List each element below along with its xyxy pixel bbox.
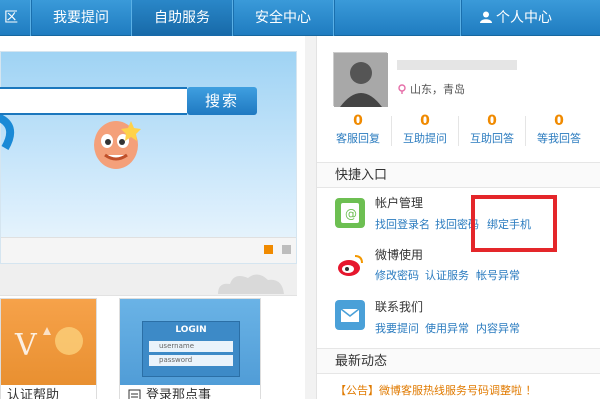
card-login-help[interactable]: LOGIN username password 登录那点事 bbox=[119, 298, 261, 399]
nav-item-user-center[interactable]: 个人中心 bbox=[461, 0, 571, 36]
link-change-password[interactable]: 修改密码 bbox=[375, 267, 419, 283]
stat-mutual-answer[interactable]: 0 互助回答 bbox=[459, 112, 525, 148]
stat-awaiting-answer[interactable]: 0 等我回答 bbox=[526, 112, 592, 148]
location-text: 山东，青岛 bbox=[410, 83, 465, 96]
stats-row: 0 客服回复 0 互助提问 0 互助回答 0 等我回答 bbox=[325, 112, 591, 152]
stat-label: 客服回复 bbox=[336, 132, 380, 145]
link-usage-abnormal[interactable]: 使用异常 bbox=[425, 320, 469, 336]
stat-value: 0 bbox=[353, 113, 363, 129]
account-management-icon: @ bbox=[335, 198, 365, 228]
nav-divider bbox=[333, 0, 334, 36]
link-account-abnormal[interactable]: 帐号异常 bbox=[476, 267, 520, 283]
login-illustration-title: LOGIN bbox=[175, 325, 207, 335]
latest-news-title: 最新动态 bbox=[317, 348, 600, 374]
highlight-annotation bbox=[471, 195, 557, 252]
banner-swirl-decoration bbox=[0, 114, 15, 150]
stat-label: 等我回答 bbox=[537, 132, 581, 145]
nav-item-security[interactable]: 安全中心 bbox=[233, 0, 333, 36]
stat-mutual-question[interactable]: 0 互助提问 bbox=[392, 112, 458, 148]
section-divider-cloud bbox=[0, 264, 297, 296]
top-nav: 区 我要提问 自助服务 安全中心 个人中心 bbox=[0, 0, 600, 36]
search-button[interactable]: 搜索 bbox=[187, 87, 257, 115]
stat-value: 0 bbox=[420, 113, 430, 129]
sidebar: 山东，青岛 0 客服回复 0 互助提问 0 互助回答 0 等我回答 快捷入口 @… bbox=[316, 36, 600, 399]
svg-text:V: V bbox=[14, 328, 38, 363]
card-label-text: 登录那点事 bbox=[146, 388, 212, 399]
user-center-label: 个人中心 bbox=[496, 10, 552, 26]
gender-female-icon bbox=[398, 84, 406, 94]
weibo-usage-heading: 微博使用 bbox=[375, 248, 424, 262]
link-content-abnormal[interactable]: 内容异常 bbox=[476, 320, 520, 336]
weibo-icon bbox=[335, 250, 365, 280]
nav-item-self-service[interactable]: 自助服务 bbox=[132, 0, 232, 36]
cloud-decoration bbox=[218, 274, 284, 294]
search-input[interactable] bbox=[0, 87, 187, 115]
main-content: 搜索 V 认证帮助 LOGIN username password 登录那点事 bbox=[0, 36, 305, 399]
search-banner: 搜索 bbox=[0, 51, 297, 264]
contact-us-heading: 联系我们 bbox=[375, 300, 424, 314]
link-ask-question[interactable]: 我要提问 bbox=[375, 320, 419, 336]
card-label: 认证帮助 bbox=[1, 385, 96, 399]
document-icon bbox=[128, 389, 141, 399]
mascot-illustration bbox=[94, 121, 141, 169]
username-blurred[interactable] bbox=[397, 60, 517, 70]
card-label: 登录那点事 bbox=[120, 385, 260, 399]
contact-us-icon bbox=[335, 300, 365, 330]
quick-entry-title: 快捷入口 bbox=[317, 162, 600, 188]
login-illustration-username: username bbox=[149, 341, 233, 352]
stat-value: 0 bbox=[487, 113, 497, 129]
carousel-dot[interactable] bbox=[282, 245, 291, 254]
stat-value: 0 bbox=[554, 113, 564, 129]
carousel-dot-active[interactable] bbox=[264, 245, 273, 254]
stat-service-reply[interactable]: 0 客服回复 bbox=[325, 112, 391, 148]
link-verification-service[interactable]: 认证服务 bbox=[425, 267, 469, 283]
nav-item-ask[interactable]: 我要提问 bbox=[31, 0, 131, 36]
avatar[interactable] bbox=[333, 52, 388, 107]
nav-item-partial[interactable]: 区 bbox=[0, 0, 22, 36]
link-recover-login-name[interactable]: 找回登录名 bbox=[375, 216, 430, 232]
banner-footer bbox=[1, 237, 296, 263]
user-icon bbox=[480, 11, 492, 23]
stat-label: 互助提问 bbox=[403, 132, 447, 145]
avatar-image bbox=[334, 53, 388, 107]
card-verification-help[interactable]: V 认证帮助 bbox=[0, 298, 97, 399]
svg-text:@: @ bbox=[345, 207, 357, 221]
verification-illustration: V bbox=[14, 327, 83, 363]
user-location: 山东，青岛 bbox=[397, 81, 465, 97]
stat-label: 互助回答 bbox=[470, 132, 514, 145]
account-management-heading: 帐户管理 bbox=[375, 196, 424, 210]
login-illustration: LOGIN username password bbox=[142, 321, 240, 377]
news-notice[interactable]: 【公告】微博客服热线服务号码调整啦 ！ bbox=[335, 382, 537, 398]
login-illustration-password: password bbox=[149, 355, 233, 366]
